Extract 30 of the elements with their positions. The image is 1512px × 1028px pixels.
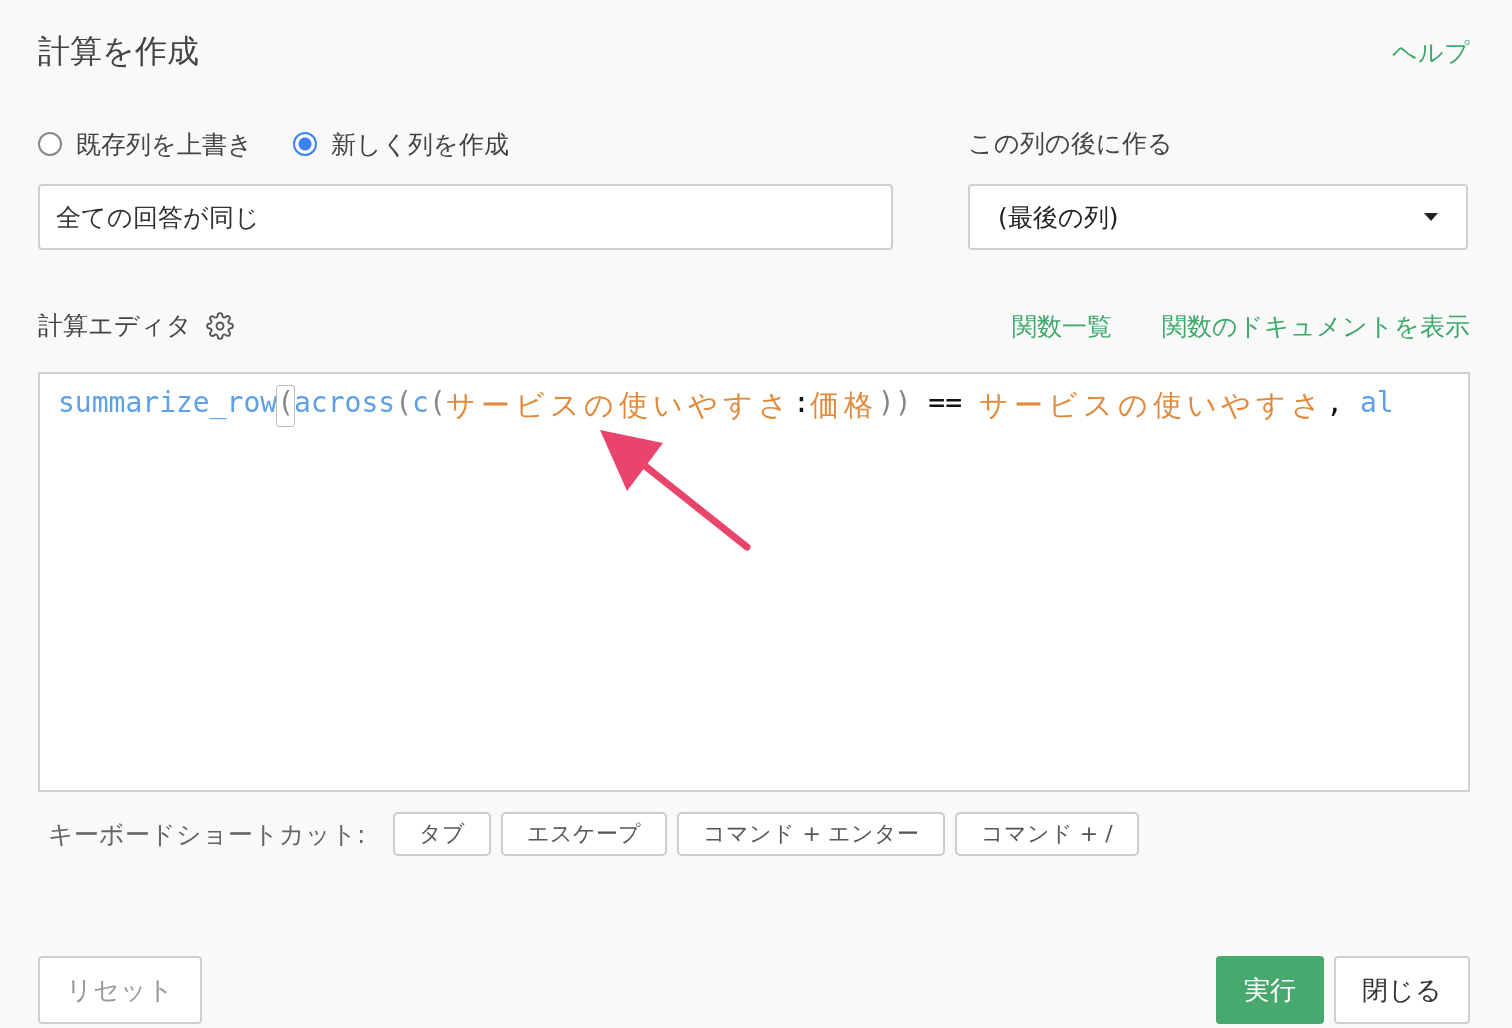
code-token: summarize_row	[58, 386, 278, 421]
position-label: この列の後に作る	[968, 128, 1174, 160]
code-token: c	[412, 386, 429, 421]
shortcut-key[interactable]: エスケープ	[501, 812, 668, 856]
code-token: ))	[877, 386, 912, 421]
column-name-field[interactable]: 全ての回答が同じ	[38, 184, 893, 250]
code-token: ,	[1326, 386, 1345, 421]
code-token: al	[1360, 386, 1394, 421]
code-token: (	[395, 386, 413, 421]
code-token: 価格	[809, 387, 878, 424]
shortcut-key[interactable]: コマンド + エンター	[677, 812, 945, 856]
code-token: across	[294, 386, 396, 421]
position-select[interactable]: (最後の列)	[968, 184, 1468, 250]
code-token: サービスの使いやすさ	[978, 387, 1327, 424]
shortcut-key[interactable]: タブ	[393, 812, 492, 856]
shortcut-key[interactable]: コマンド + /	[954, 812, 1139, 856]
dialog-title: 計算を作成	[38, 31, 199, 72]
close-button[interactable]: 閉じる	[1334, 956, 1470, 1024]
radio-option[interactable]: 新しく列を作成	[293, 127, 509, 161]
radio-option[interactable]: 既存列を上書き	[38, 127, 253, 161]
settings-icon[interactable]	[206, 312, 234, 340]
code-token: ==	[927, 386, 964, 421]
code-editor[interactable]: summarize_row(across(c(サービスの使いやすさ:価格)) == サービスの使いやすさ, al	[38, 372, 1470, 792]
caret-icon	[1424, 213, 1438, 221]
code-token: (	[428, 386, 446, 421]
code-token: サービスの使いやすさ	[445, 387, 794, 424]
code-token: (	[277, 386, 294, 426]
code-token: :	[793, 386, 810, 421]
editor-label: 計算エディタ	[38, 310, 192, 342]
shortcuts-label: キーボードショートカット:	[48, 818, 366, 851]
